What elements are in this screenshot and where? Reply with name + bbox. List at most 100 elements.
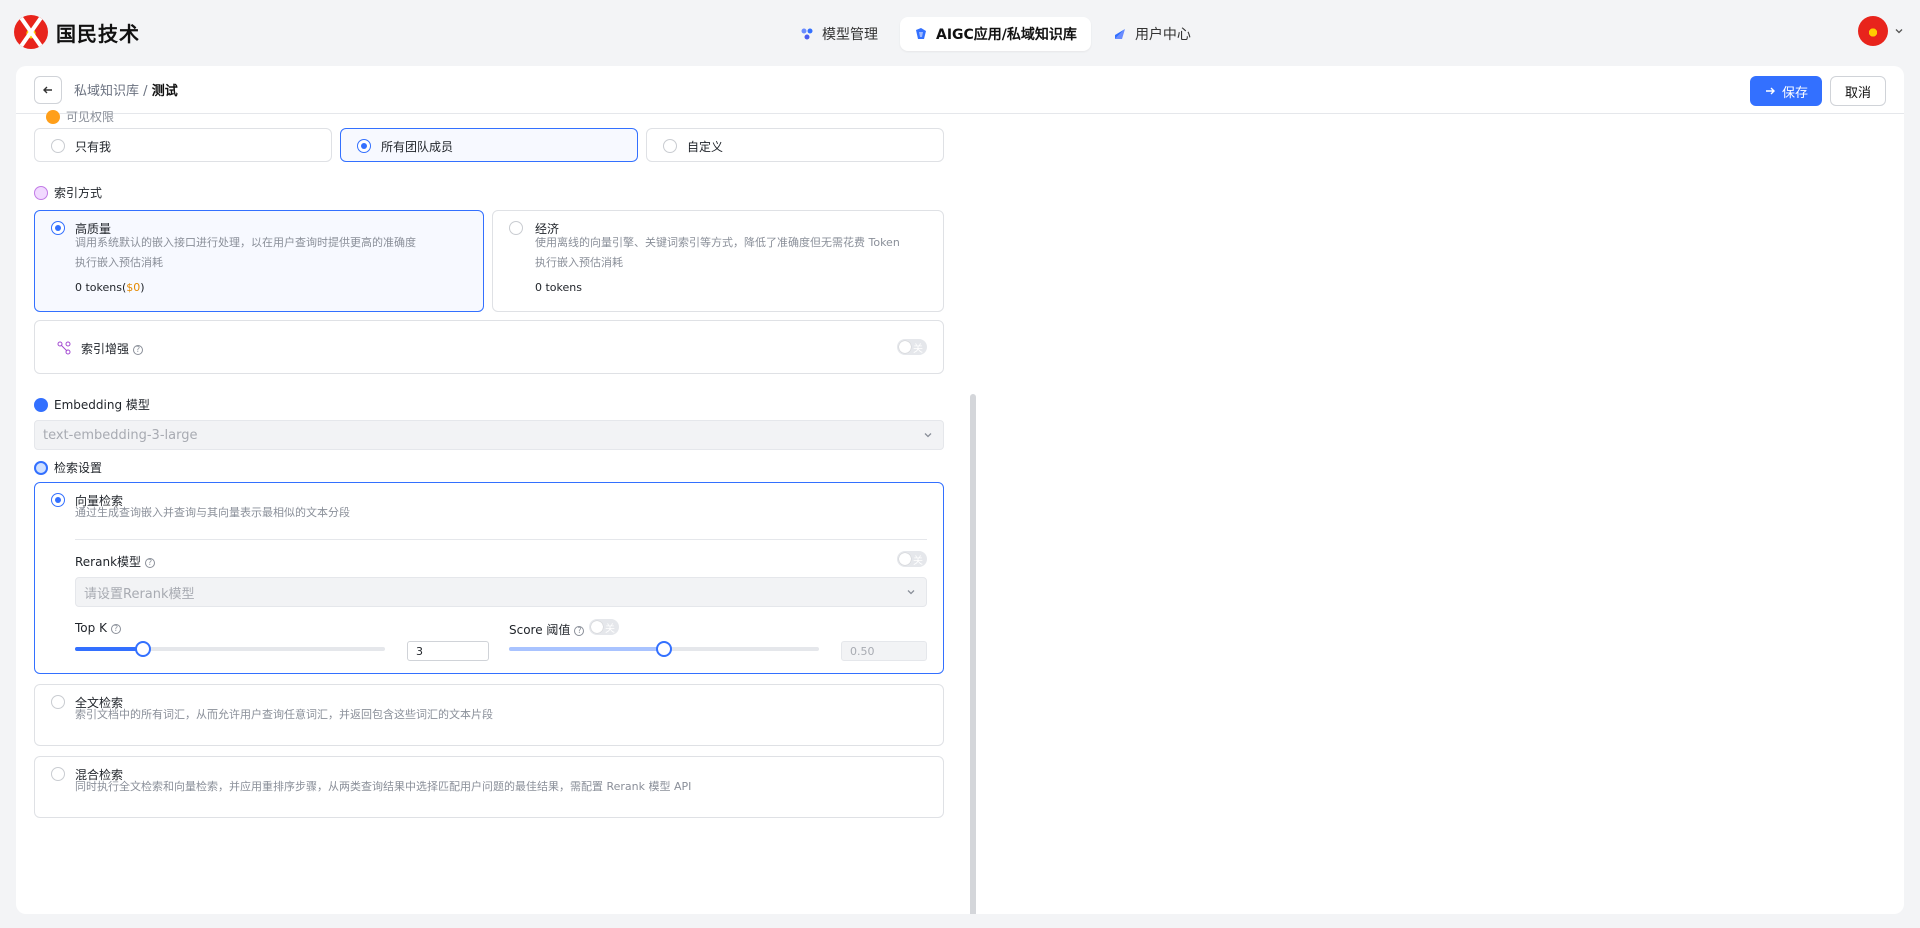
index-mode-economy[interactable]: 经济 使用离线的向量引擎、关键词索引等方式，降低了准确度但无需花费 Token … (492, 210, 944, 312)
radio[interactable] (509, 221, 523, 235)
score-input: 0.50 (841, 641, 927, 661)
app-logo[interactable]: 国民技术 (14, 15, 140, 49)
toggle-text: 关 (913, 556, 923, 567)
knowledge-icon (916, 28, 926, 39)
estimate-label: 执行嵌入预估消耗 (75, 256, 163, 269)
breadcrumb-separator: / (143, 84, 148, 99)
price-value: $0 (126, 281, 141, 294)
option-label: 所有团队成员 (381, 140, 454, 154)
tab-model-management[interactable]: 模型管理 (786, 17, 892, 51)
option-label: 只有我 (75, 140, 112, 154)
radio[interactable] (51, 221, 65, 235)
cancel-label: 取消 (1844, 85, 1871, 101)
index-icon (34, 185, 48, 200)
score-threshold-toggle[interactable]: 关 (589, 619, 619, 635)
token-count: 0 tokens( (75, 281, 127, 294)
select-value: text-embedding-3-large (43, 427, 198, 443)
label-text: Top K (75, 621, 107, 635)
divider (75, 539, 927, 540)
slider-thumb[interactable] (135, 641, 152, 657)
save-button[interactable]: 保存 (1749, 76, 1822, 106)
score-threshold-label: Score 阈值? (509, 621, 585, 638)
help-icon[interactable]: ? (145, 557, 156, 568)
help-icon[interactable]: ? (133, 344, 144, 355)
cancel-button[interactable]: 取消 (1829, 76, 1886, 106)
retrieval-fulltext[interactable]: 全文检索 索引文档中的所有词汇，从而允许用户查询任意词汇，并返回包含这些词汇的文… (34, 684, 944, 746)
retrieval-vector[interactable]: 向量检索 通过生成查询嵌入并查询与其向量表示最相似的文本分段 Rerank模型?… (34, 482, 944, 674)
avatar[interactable] (1858, 16, 1888, 46)
input-value: 3 (416, 644, 423, 658)
help-icon[interactable]: ? (110, 623, 121, 634)
search-icon (34, 460, 48, 475)
rerank-toggle[interactable]: 关 (897, 551, 927, 567)
label-text: Rerank模型 (75, 555, 142, 569)
index-boost-label: 索引增强? (81, 340, 144, 357)
radio[interactable] (51, 139, 65, 153)
index-mode-high-quality[interactable]: 高质量 调用系统默认的嵌入接口进行处理，以在用户查询时提供更高的准确度 执行嵌入… (34, 210, 484, 312)
option-description: 使用离线的向量引擎、关键词索引等方式，降低了准确度但无需花费 Token (535, 236, 900, 249)
arrow-left-icon (43, 86, 52, 93)
topk-input[interactable]: 3 (407, 641, 489, 661)
embedding-model-select[interactable]: text-embedding-3-large (34, 420, 944, 450)
option-label: 自定义 (687, 140, 724, 154)
slider-fill (75, 647, 144, 651)
tab-label: 模型管理 (822, 27, 878, 43)
retrieval-hybrid[interactable]: 混合检索 同时执行全文检索和向量检索，并应用重排序步骤，从两类查询结果中选择匹配… (34, 756, 944, 818)
embedding-icon (34, 397, 48, 412)
logo-icon (14, 15, 48, 49)
label-text: 索引增强 (81, 342, 130, 356)
index-mode-title: 索引方式 (34, 184, 102, 201)
logo-text: 国民技术 (56, 21, 140, 46)
user-center-icon (1114, 29, 1125, 39)
score-slider[interactable] (509, 641, 819, 657)
chevron-down-icon (924, 433, 932, 438)
chevron-down-icon (1895, 29, 1903, 34)
radio[interactable] (663, 139, 677, 153)
tab-label: 用户中心 (1134, 27, 1191, 43)
form-content: 可见权限 只有我 所有团队成员 自定义 索引方式 高质量 调用系统默认的嵌入接口… (34, 109, 976, 914)
visibility-option-all-members[interactable]: 所有团队成员 (340, 128, 638, 162)
breadcrumb: 私域知识库 / 测试 (74, 80, 178, 99)
slider-fill (509, 647, 664, 651)
option-description: 通过生成查询嵌入并查询与其向量表示最相似的文本分段 (75, 506, 350, 519)
option-description: 同时执行全文检索和向量检索，并应用重排序步骤，从两类查询结果中选择匹配用户问题的… (75, 780, 692, 793)
top-navbar: 国民技术 模型管理 AIGC应用/私域知识库 用户中心 (0, 0, 1920, 66)
toggle-text: 关 (605, 624, 615, 635)
back-button[interactable] (34, 75, 62, 104)
tab-user-center[interactable]: 用户中心 (1099, 17, 1205, 51)
radio[interactable] (357, 139, 371, 153)
help-icon[interactable]: ? (574, 625, 585, 636)
rerank-model-select[interactable]: 请设置Rerank模型 (75, 577, 927, 607)
option-description: 调用系统默认的嵌入接口进行处理，以在用户查询时提供更高的准确度 (75, 236, 416, 249)
toggle-text: 关 (913, 344, 923, 355)
user-menu[interactable] (1858, 16, 1904, 46)
input-value: 0.50 (850, 644, 875, 658)
estimate-label: 执行嵌入预估消耗 (535, 256, 623, 269)
breadcrumb-parent[interactable]: 私域知识库 (74, 84, 139, 99)
token-estimate: 0 tokens (535, 281, 582, 294)
label-text: Score 阈值 (509, 623, 571, 637)
topk-label: Top K? (75, 621, 121, 635)
radio[interactable] (51, 493, 65, 507)
lock-icon (46, 109, 60, 124)
option-description: 索引文档中的所有词汇，从而允许用户查询任意词汇，并返回包含这些词汇的文本片段 (75, 708, 493, 721)
index-boost-toggle[interactable]: 关 (897, 339, 927, 355)
rerank-label: Rerank模型? (75, 553, 156, 570)
topk-slider[interactable] (75, 641, 385, 657)
slider-thumb[interactable] (656, 641, 672, 657)
save-label: 保存 (1781, 85, 1808, 101)
chevron-down-icon (907, 590, 915, 595)
select-placeholder: 请设置Rerank模型 (84, 586, 195, 602)
header-actions: 保存 取消 (1749, 76, 1886, 106)
scrollbar[interactable] (970, 394, 976, 914)
radio[interactable] (51, 695, 65, 709)
embedding-title: Embedding 模型 (34, 396, 150, 413)
visibility-title: 可见权限 (46, 108, 114, 125)
visibility-option-only-me[interactable]: 只有我 (34, 128, 332, 162)
tab-label: AIGC应用/私域知识库 (936, 27, 1077, 43)
branch-icon (57, 341, 71, 355)
tab-aigc-knowledge[interactable]: AIGC应用/私域知识库 (900, 17, 1091, 51)
radio[interactable] (51, 767, 65, 781)
main-panel: 私域知识库 / 测试 保存 取消 可见权限 只有我 所有团队成员 自定义 索引方… (16, 66, 1904, 914)
visibility-option-custom[interactable]: 自定义 (646, 128, 944, 162)
